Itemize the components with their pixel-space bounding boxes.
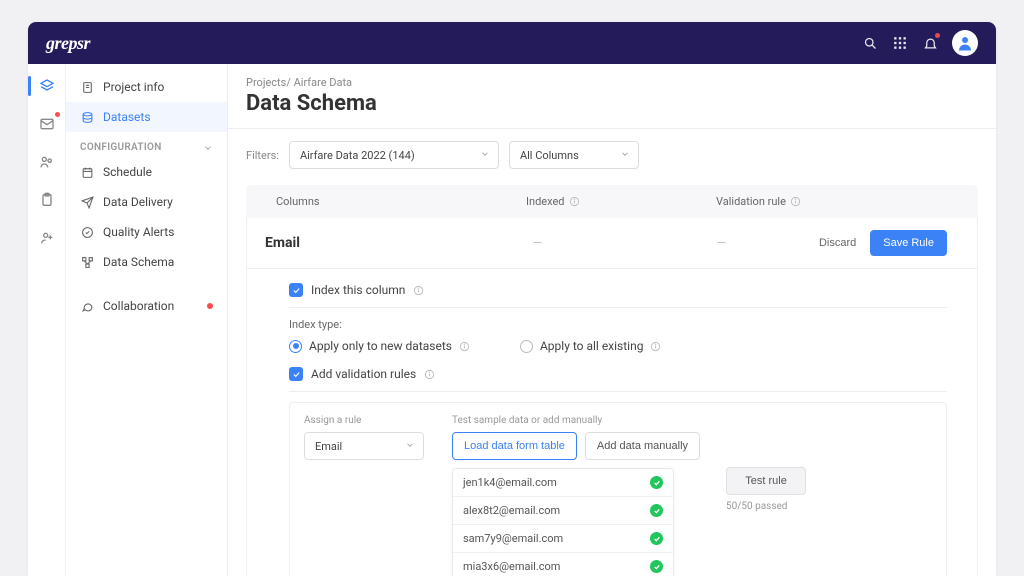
column-name: Email <box>265 235 527 251</box>
validation-check-row: Add validation rules <box>289 367 947 381</box>
mini-rail <box>28 64 66 576</box>
validation-value: — <box>717 236 815 250</box>
filters-label: Filters: <box>246 149 279 162</box>
test-rule-button[interactable]: Test rule <box>726 467 806 495</box>
info-icon[interactable] <box>790 196 801 207</box>
search-icon[interactable] <box>862 35 878 51</box>
sidebar-section[interactable]: CONFIGURATION <box>66 132 227 157</box>
radio-new-datasets[interactable]: Apply only to new datasets <box>289 339 470 353</box>
sidebar: Project info Datasets CONFIGURATION Sche… <box>66 64 228 576</box>
sidebar-label: Quality Alerts <box>103 225 174 239</box>
index-checkbox[interactable] <box>289 283 303 297</box>
index-check-row: Index this column <box>289 283 947 297</box>
bell-icon[interactable] <box>922 35 938 51</box>
rail-person-add[interactable] <box>37 228 57 248</box>
index-type-label: Index type: <box>289 318 947 331</box>
save-rule-button[interactable]: Save Rule <box>870 230 947 256</box>
send-icon <box>80 195 94 209</box>
notification-dot <box>935 33 940 38</box>
discard-button[interactable]: Discard <box>815 231 860 255</box>
chat-icon <box>80 299 94 313</box>
sidebar-label: Data Delivery <box>103 195 173 209</box>
indexed-value: — <box>527 236 717 250</box>
info-icon[interactable] <box>413 285 424 296</box>
info-icon[interactable] <box>650 341 661 352</box>
test-result: 50/50 passed <box>726 501 806 512</box>
add-manual-button[interactable]: Add data manually <box>585 432 700 460</box>
alert-icon <box>80 225 94 239</box>
info-icon[interactable] <box>569 196 580 207</box>
sidebar-label: Project info <box>103 80 164 94</box>
brand-logo: grepsr <box>46 33 90 54</box>
radio-all-existing[interactable]: Apply to all existing <box>520 339 661 353</box>
test-label: Test sample data or add manually <box>452 415 700 426</box>
sidebar-item-schema[interactable]: Data Schema <box>66 247 227 277</box>
sidebar-item-collaboration[interactable]: Collaboration <box>66 291 227 321</box>
page-title: Data Schema <box>228 91 996 128</box>
validation-checkbox[interactable] <box>289 367 303 381</box>
col-columns: Columns <box>276 195 526 208</box>
datasets-icon <box>80 110 94 124</box>
sidebar-item-delivery[interactable]: Data Delivery <box>66 187 227 217</box>
main-content: Projects/ Airfare Data Data Schema Filte… <box>228 64 996 576</box>
sidebar-label: Schedule <box>103 165 152 179</box>
column-row-email: Email — — Discard Save Rule Index this c… <box>246 218 978 576</box>
info-icon[interactable] <box>424 369 435 380</box>
calendar-icon <box>80 165 94 179</box>
sidebar-label: Collaboration <box>103 299 174 313</box>
sidebar-label: Data Schema <box>103 255 174 269</box>
col-validation: Validation rule <box>716 195 948 208</box>
columns-select[interactable]: All Columns <box>509 141 639 169</box>
col-indexed: Indexed <box>526 195 716 208</box>
breadcrumb[interactable]: Projects/ Airfare Data <box>228 64 996 91</box>
filters-row: Filters: Airfare Data 2022 (144) All Col… <box>228 129 996 181</box>
check-icon <box>650 532 663 545</box>
dataset-select[interactable]: Airfare Data 2022 (144) <box>289 141 499 169</box>
table-header: Columns Indexed Validation rule <box>246 185 978 218</box>
sample-item: jen1k4@email.com <box>453 469 673 497</box>
sidebar-item-datasets[interactable]: Datasets <box>66 102 227 132</box>
chevron-down-icon <box>203 143 213 153</box>
chevron-down-icon <box>620 149 630 162</box>
sample-item: alex8t2@email.com <box>453 497 673 525</box>
chevron-down-icon <box>480 149 490 162</box>
sample-item: mia3x6@email.com <box>453 553 673 576</box>
rail-clipboard[interactable] <box>37 190 57 210</box>
info-icon[interactable] <box>459 341 470 352</box>
sample-list: jen1k4@email.com alex8t2@email.com sam7y… <box>452 468 674 576</box>
rule-select[interactable]: Email <box>304 432 424 460</box>
rule-config: Assign a rule Email Test sample data or … <box>289 402 947 576</box>
sidebar-label: Datasets <box>103 110 151 124</box>
doc-icon <box>80 80 94 94</box>
rail-layers[interactable] <box>37 76 57 96</box>
check-icon <box>650 476 663 489</box>
check-icon <box>650 504 663 517</box>
avatar[interactable] <box>952 30 978 56</box>
sample-item: sam7y9@email.com <box>453 525 673 553</box>
chevron-down-icon <box>405 440 415 453</box>
load-data-button[interactable]: Load data form table <box>452 432 577 460</box>
rail-inbox[interactable] <box>37 114 57 134</box>
rail-badge <box>54 111 61 118</box>
apps-icon[interactable] <box>892 35 908 51</box>
rail-team[interactable] <box>37 152 57 172</box>
sidebar-item-quality[interactable]: Quality Alerts <box>66 217 227 247</box>
collab-dot <box>207 303 213 309</box>
sidebar-item-project-info[interactable]: Project info <box>66 72 227 102</box>
topbar: grepsr <box>28 22 996 64</box>
check-icon <box>650 560 663 573</box>
schema-icon <box>80 255 94 269</box>
sidebar-item-schedule[interactable]: Schedule <box>66 157 227 187</box>
assign-label: Assign a rule <box>304 415 434 426</box>
